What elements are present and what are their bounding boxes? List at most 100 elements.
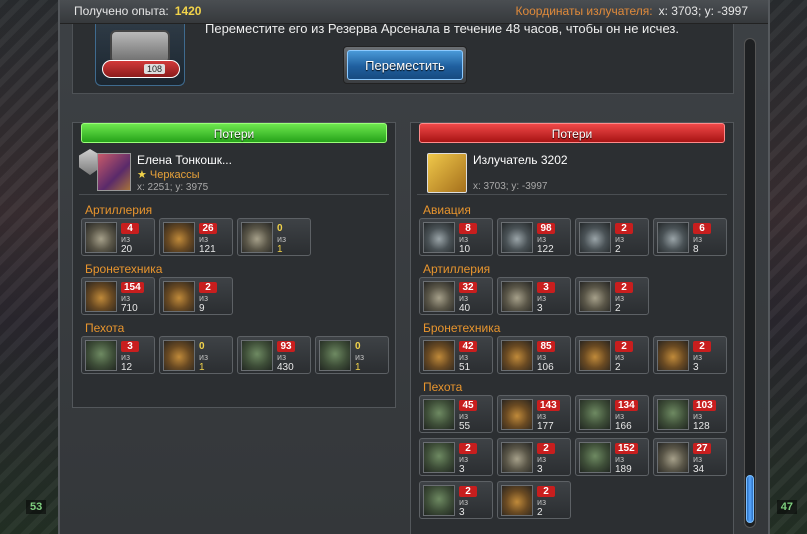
units-of-label: из bbox=[537, 352, 547, 362]
units-total: 106 bbox=[537, 362, 554, 373]
unit-card[interactable]: 3 из 12 bbox=[81, 336, 155, 374]
units-total: 1 bbox=[355, 362, 361, 373]
units-of-label: из bbox=[459, 411, 469, 421]
unit-card[interactable]: 6 из 8 bbox=[653, 218, 727, 256]
player-avatar[interactable] bbox=[97, 153, 131, 191]
unit-icon bbox=[85, 281, 117, 312]
unit-icon bbox=[241, 222, 273, 253]
units-lost: 2 bbox=[615, 341, 633, 352]
robot-number: 108 bbox=[144, 64, 166, 74]
unit-icon bbox=[579, 442, 611, 473]
units-of-label: из bbox=[277, 352, 287, 362]
units-total: 1 bbox=[199, 362, 205, 373]
units-total: 3 bbox=[537, 303, 543, 314]
move-button[interactable]: Переместить bbox=[343, 46, 467, 84]
unit-card[interactable]: 42 из 51 bbox=[419, 336, 493, 374]
unit-card[interactable]: 2 из 2 bbox=[575, 277, 649, 315]
unit-card[interactable]: 0 из 1 bbox=[315, 336, 389, 374]
unit-card[interactable]: 154 из 710 bbox=[81, 277, 155, 315]
emitter-name: Излучатель 3202 bbox=[473, 153, 568, 167]
unit-card[interactable]: 2 из 3 bbox=[653, 336, 727, 374]
unit-card[interactable]: 103 из 128 bbox=[653, 395, 727, 433]
unit-card[interactable]: 152 из 189 bbox=[575, 438, 649, 476]
units-of-label: из bbox=[615, 293, 625, 303]
unit-card[interactable]: 8 из 10 bbox=[419, 218, 493, 256]
experience-gained: Получено опыта: 1420 bbox=[74, 4, 201, 18]
units-lost: 143 bbox=[537, 400, 560, 411]
units-total: 122 bbox=[537, 244, 554, 255]
section-title: Артиллерия bbox=[85, 203, 153, 217]
unit-card[interactable]: 93 из 430 bbox=[237, 336, 311, 374]
unit-card[interactable]: 3 из 3 bbox=[497, 277, 571, 315]
report-header: Получено опыта: 1420 Координаты излучател… bbox=[60, 0, 768, 24]
unit-icon bbox=[657, 442, 689, 473]
units-of-label: из bbox=[615, 411, 625, 421]
units-lost: 3 bbox=[121, 341, 139, 352]
units-total: 166 bbox=[615, 421, 632, 432]
units-total: 1 bbox=[277, 244, 283, 255]
units-lost: 2 bbox=[537, 486, 555, 497]
unit-card[interactable]: 143 из 177 bbox=[497, 395, 571, 433]
unit-card[interactable]: 45 из 55 bbox=[419, 395, 493, 433]
unit-card[interactable]: 26 из 121 bbox=[159, 218, 233, 256]
units-lost: 2 bbox=[615, 223, 633, 234]
unit-card[interactable]: 134 из 166 bbox=[575, 395, 649, 433]
experience-label: Получено опыта: bbox=[74, 4, 169, 18]
star-icon: ★ bbox=[137, 169, 147, 181]
units-total: 51 bbox=[459, 362, 471, 373]
unit-icon bbox=[423, 442, 455, 473]
units-of-label: из bbox=[277, 234, 287, 244]
unit-icon bbox=[163, 281, 195, 312]
unit-icon bbox=[85, 222, 117, 253]
units-lost: 2 bbox=[459, 443, 477, 454]
experience-value: 1420 bbox=[174, 4, 202, 18]
unit-card[interactable]: 2 из 3 bbox=[419, 438, 493, 476]
units-of-label: из bbox=[693, 454, 703, 464]
section-title: Бронетехника bbox=[85, 262, 163, 276]
units-lost: 93 bbox=[277, 341, 295, 352]
unit-icon bbox=[579, 399, 611, 430]
unit-card[interactable]: 27 из 34 bbox=[653, 438, 727, 476]
unit-icon bbox=[501, 442, 533, 473]
unit-card[interactable]: 2 из 2 bbox=[575, 336, 649, 374]
unit-card[interactable]: 2 из 2 bbox=[575, 218, 649, 256]
unit-card[interactable]: 32 из 40 bbox=[419, 277, 493, 315]
unit-card[interactable]: 2 из 3 bbox=[497, 438, 571, 476]
report-scrollbar[interactable] bbox=[744, 38, 756, 528]
report-content[interactable]: 108 Переместите его из Резерва Арсенала … bbox=[60, 24, 744, 534]
unit-card[interactable]: 98 из 122 bbox=[497, 218, 571, 256]
units-lost: 2 bbox=[615, 282, 633, 293]
unit-card[interactable]: 2 из 3 bbox=[419, 481, 493, 519]
unit-icon bbox=[423, 399, 455, 430]
unit-card[interactable]: 85 из 106 bbox=[497, 336, 571, 374]
units-total: 3 bbox=[693, 362, 699, 373]
battle-report-window: Получено опыта: 1420 Координаты излучател… bbox=[58, 0, 770, 534]
robot-icon bbox=[110, 30, 170, 64]
unit-icon bbox=[85, 340, 117, 371]
unit-icon bbox=[241, 340, 273, 371]
attacker-losses-header: Потери bbox=[81, 123, 387, 143]
unit-card[interactable]: 0 из 1 bbox=[159, 336, 233, 374]
scrollbar-thumb[interactable] bbox=[746, 475, 754, 523]
defender-losses-header: Потери bbox=[419, 123, 725, 143]
units-total: 3 bbox=[459, 464, 465, 475]
unit-icon bbox=[163, 222, 195, 253]
unit-icon bbox=[579, 340, 611, 371]
units-total: 55 bbox=[459, 421, 471, 432]
unit-card[interactable]: 2 из 2 bbox=[497, 481, 571, 519]
units-of-label: из bbox=[459, 352, 469, 362]
unit-icon bbox=[579, 222, 611, 253]
units-of-label: из bbox=[459, 293, 469, 303]
unit-card[interactable]: 4 из 20 bbox=[81, 218, 155, 256]
units-of-label: из bbox=[459, 497, 469, 507]
units-total: 121 bbox=[199, 244, 216, 255]
unit-card[interactable]: 2 из 9 bbox=[159, 277, 233, 315]
section-title: Пехота bbox=[423, 380, 463, 394]
units-lost: 0 bbox=[355, 341, 361, 352]
units-of-label: из bbox=[615, 234, 625, 244]
unit-icon bbox=[501, 399, 533, 430]
unit-icon bbox=[501, 281, 533, 312]
player-name[interactable]: Елена Тонкошк... bbox=[137, 153, 232, 167]
unit-card[interactable]: 0 из 1 bbox=[237, 218, 311, 256]
player-city[interactable]: ★ Черкассы bbox=[137, 168, 200, 181]
